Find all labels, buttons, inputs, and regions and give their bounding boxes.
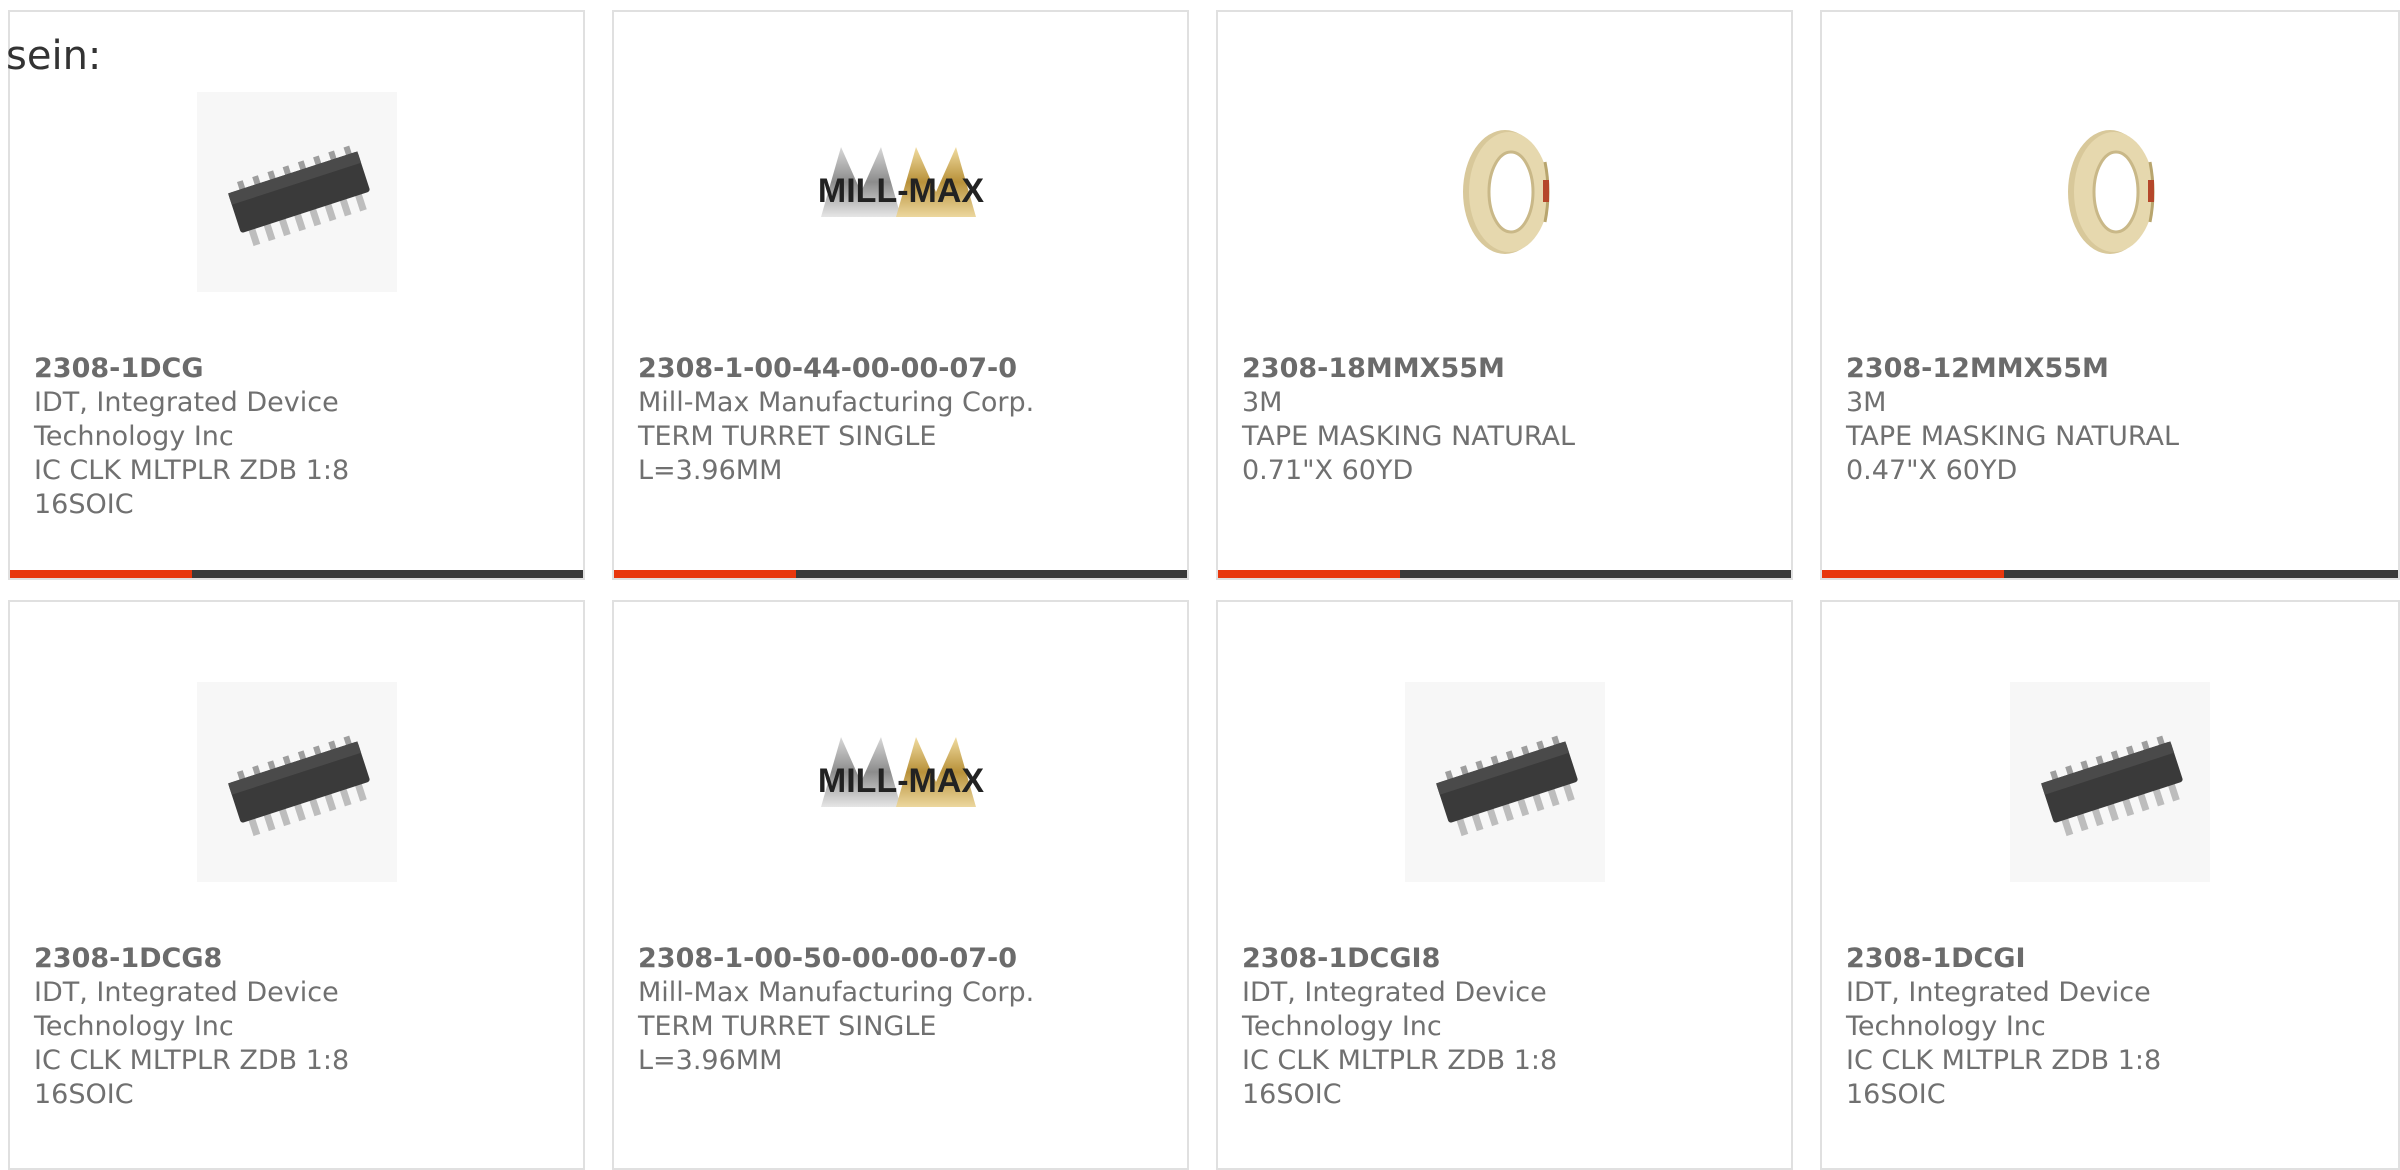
product-card[interactable]: 2308-18MMX55M 3M TAPE MASKING NATURAL 0.… [1216,10,1793,580]
product-info: 2308-1DCG8 IDT, Integrated Device Techno… [34,942,454,1112]
description: TAPE MASKING NATURAL 0.71"X 60YD [1242,421,1576,486]
part-number[interactable]: 2308-1-00-44-00-00-07-0 [638,352,1058,386]
manufacturer: IDT, Integrated Device Technology Inc [1242,977,1547,1042]
description: TERM TURRET SINGLE L=3.96MM [638,1011,937,1076]
mill-max-logo: MILL-MAX [801,92,1001,292]
part-number[interactable]: 2308-1DCG8 [34,942,454,976]
product-card[interactable]: MILL-MAX 2308-1-00-50-00-00-07-0 Mill-Ma… [612,600,1189,1170]
product-card[interactable]: MILL-MAX 2308-1-00-44-00-00-07-0 Mill-Ma… [612,10,1189,580]
description: TAPE MASKING NATURAL 0.47"X 60YD [1846,421,2180,486]
product-info: 2308-1DCGI8 IDT, Integrated Device Techn… [1242,942,1662,1112]
product-card[interactable]: 2308-1DCG IDT, Integrated Device Technol… [8,10,585,580]
soic-chip-icon [196,92,397,292]
part-number[interactable]: 2308-1DCG [34,352,454,386]
product-card[interactable]: 2308-12MMX55M 3M TAPE MASKING NATURAL 0.… [1820,10,2400,580]
manufacturer: 3M [1846,387,1887,418]
manufacturer: IDT, Integrated Device Technology Inc [1846,977,2151,1042]
card-bar [1822,570,2398,578]
product-info: 2308-18MMX55M 3M TAPE MASKING NATURAL 0.… [1242,352,1662,488]
manufacturer: IDT, Integrated Device Technology Inc [34,977,339,1042]
part-number[interactable]: 2308-12MMX55M [1846,352,2266,386]
mill-max-logo: MILL-MAX [801,682,1001,882]
intro-text: sein: [6,33,102,79]
description: IC CLK MLTPLR ZDB 1:8 16SOIC [34,1045,350,1110]
product-card[interactable]: 2308-1DCGI IDT, Integrated Device Techno… [1820,600,2400,1170]
part-number[interactable]: 2308-1DCGI8 [1242,942,1662,976]
card-bar-accent [10,570,192,578]
tape-roll-icon [2010,92,2210,292]
product-info: 2308-1-00-44-00-00-07-0 Mill-Max Manufac… [638,352,1058,488]
soic-chip-icon [2010,682,2210,882]
svg-text:MILL-MAX: MILL-MAX [817,172,984,210]
manufacturer: Mill-Max Manufacturing Corp. [638,977,1035,1008]
card-bar [1218,570,1791,578]
product-card[interactable]: 2308-1DCG8 IDT, Integrated Device Techno… [8,600,585,1170]
card-bar [614,570,1187,578]
part-number[interactable]: 2308-1-00-50-00-00-07-0 [638,942,1058,976]
description: IC CLK MLTPLR ZDB 1:8 16SOIC [1846,1045,2162,1110]
part-number[interactable]: 2308-18MMX55M [1242,352,1662,386]
product-info: 2308-1DCGI IDT, Integrated Device Techno… [1846,942,2266,1112]
description: IC CLK MLTPLR ZDB 1:8 16SOIC [1242,1045,1558,1110]
soic-chip-icon [196,682,397,882]
tape-roll-icon [1405,92,1605,292]
card-bar-accent [1822,570,2004,578]
card-bar-accent [1218,570,1400,578]
soic-chip-icon [1404,682,1605,882]
product-info: 2308-1DCG IDT, Integrated Device Technol… [34,352,454,522]
manufacturer: 3M [1242,387,1283,418]
manufacturer: IDT, Integrated Device Technology Inc [34,387,339,452]
card-bar-accent [614,570,796,578]
product-card[interactable]: 2308-1DCGI8 IDT, Integrated Device Techn… [1216,600,1793,1170]
product-info: 2308-12MMX55M 3M TAPE MASKING NATURAL 0.… [1846,352,2266,488]
description: IC CLK MLTPLR ZDB 1:8 16SOIC [34,455,350,520]
product-info: 2308-1-00-50-00-00-07-0 Mill-Max Manufac… [638,942,1058,1078]
card-bar [10,570,583,578]
manufacturer: Mill-Max Manufacturing Corp. [638,387,1035,418]
description: TERM TURRET SINGLE L=3.96MM [638,421,937,486]
svg-text:MILL-MAX: MILL-MAX [817,762,984,800]
part-number[interactable]: 2308-1DCGI [1846,942,2266,976]
